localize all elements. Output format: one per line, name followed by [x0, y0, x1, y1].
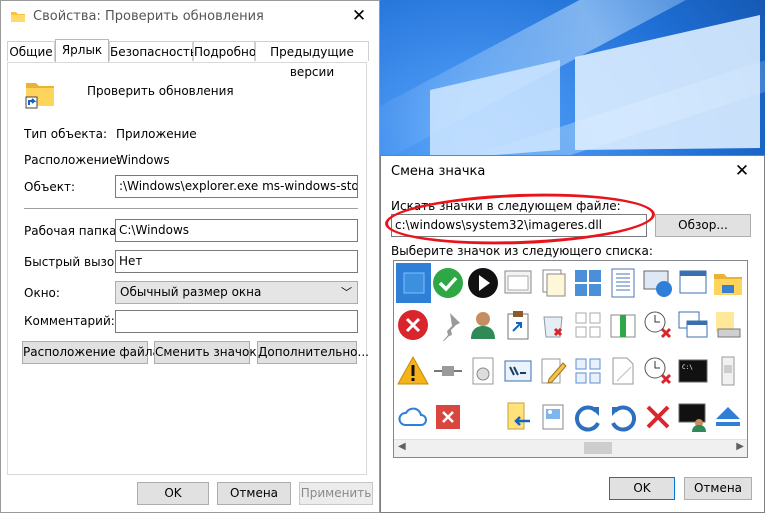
grid-icon[interactable]: [572, 309, 604, 341]
scroll-left-icon[interactable]: ◀: [398, 441, 406, 452]
grid-small-icon[interactable]: [572, 355, 604, 387]
clock-error-icon[interactable]: [642, 309, 674, 341]
hotkey-label: Быстрый вызов:: [24, 255, 126, 269]
workdir-label: Рабочая папка:: [24, 224, 121, 238]
image-doc-icon[interactable]: [537, 401, 569, 433]
document-columns-icon[interactable]: [607, 267, 639, 299]
shortcut-icon: [24, 77, 56, 112]
folder-icon: [10, 9, 26, 26]
window-label: Окно:: [24, 286, 60, 300]
pencil-icon[interactable]: [537, 355, 569, 387]
dialog-cancel-button[interactable]: Отмена: [684, 477, 752, 500]
green-check-icon[interactable]: [432, 267, 464, 299]
change-icon-dialog: Смена значка ✕ Искать значки в следующем…: [380, 155, 765, 513]
chevron-down-icon: ﹀: [341, 286, 352, 299]
properties-window: Свойства: Проверить обновления ✕ Общие Я…: [0, 0, 380, 513]
blank-blue-selected-icon[interactable]: [396, 263, 431, 303]
scroll-thumb[interactable]: [584, 442, 612, 454]
icon-list[interactable]: C:\ ◀ ▶: [393, 260, 748, 458]
tiles-icon[interactable]: [572, 267, 604, 299]
dialog-title: Смена значка: [391, 164, 486, 179]
tab-shortcut[interactable]: Ярлык: [55, 39, 109, 62]
shortcut-name: Проверить обновления: [87, 84, 234, 98]
console-user-icon[interactable]: [677, 401, 709, 433]
documents-icon[interactable]: [537, 267, 569, 299]
folder-icon[interactable]: [712, 267, 744, 299]
cancel-button[interactable]: Отмена: [217, 482, 291, 505]
run-window-icon[interactable]: [502, 355, 534, 387]
target-label: Объект:: [24, 180, 75, 194]
window-frame-icon[interactable]: [502, 267, 534, 299]
tab-security[interactable]: Безопасность: [109, 41, 197, 61]
windows-stack-icon[interactable]: [677, 309, 709, 341]
red-x-square-icon[interactable]: [432, 401, 464, 433]
clock-x-icon[interactable]: [642, 355, 674, 387]
red-x-circle-icon[interactable]: [397, 309, 429, 341]
user-icon[interactable]: [467, 309, 499, 341]
type-label: Тип объекта:: [24, 127, 108, 141]
close-icon[interactable]: ✕: [730, 160, 754, 182]
redo-icon[interactable]: [572, 401, 604, 433]
cloud-icon[interactable]: [397, 401, 429, 433]
advanced-button[interactable]: Дополнительно...: [257, 341, 369, 364]
open-location-button[interactable]: Расположение файла: [22, 341, 160, 364]
window-select[interactable]: Обычный размер окна ﹀: [115, 281, 358, 304]
type-value: Приложение: [116, 127, 197, 141]
console-icon[interactable]: C:\: [677, 355, 709, 387]
comment-label: Комментарий:: [24, 314, 115, 328]
properties-titlebar[interactable]: Свойства: Проверить обновления ✕: [1, 1, 379, 32]
shortcut-panel: Проверить обновления Тип объекта: Прилож…: [7, 62, 369, 475]
pin-icon[interactable]: [432, 309, 464, 341]
blank-page-icon[interactable]: [607, 355, 639, 387]
icon-list-label: Выберите значок из следующего списка:: [391, 244, 653, 258]
hotkey-field[interactable]: Нет: [115, 250, 358, 273]
window-select-value: Обычный размер окна: [120, 285, 262, 299]
target-field[interactable]: :\Windows\explorer.exe ms-windows-store:…: [115, 175, 358, 198]
svg-text:C:\: C:\: [682, 364, 693, 371]
dialog-titlebar[interactable]: Смена значка ✕: [381, 156, 764, 187]
green-bar-icon[interactable]: [607, 309, 639, 341]
window-icon[interactable]: [677, 267, 709, 299]
connector-icon[interactable]: [432, 355, 464, 387]
comment-field[interactable]: [115, 310, 358, 333]
close-icon[interactable]: ✕: [347, 5, 371, 27]
dialog-ok-button[interactable]: OK: [609, 477, 675, 500]
change-icon-button[interactable]: Сменить значок...: [154, 341, 268, 364]
location-label: Расположение:: [24, 153, 121, 167]
scroll-right-icon[interactable]: ▶: [736, 441, 744, 452]
workdir-field[interactable]: C:\Windows: [115, 219, 358, 242]
clipboard-arrow-icon[interactable]: [502, 309, 534, 341]
undo-icon[interactable]: [607, 401, 639, 433]
globe-monitor-icon[interactable]: [642, 267, 674, 299]
folder-drive-icon[interactable]: [712, 309, 744, 341]
recycle-bin-icon[interactable]: [537, 309, 569, 341]
separator: [24, 208, 358, 209]
location-value: Windows: [116, 153, 170, 167]
apply-button[interactable]: Применить: [299, 482, 373, 505]
tab-previous-versions[interactable]: Предыдущие версии: [255, 41, 369, 79]
scrollbar-icon[interactable]: [712, 355, 744, 387]
tab-general[interactable]: Общие: [7, 41, 55, 61]
horizontal-scrollbar[interactable]: ◀ ▶: [394, 439, 747, 457]
warning-icon[interactable]: [397, 355, 429, 387]
browse-button[interactable]: Обзор...: [655, 214, 751, 237]
ok-button[interactable]: OK: [137, 482, 209, 505]
red-x-icon[interactable]: [642, 401, 674, 433]
play-icon[interactable]: [467, 267, 499, 299]
window-title: Свойства: Проверить обновления: [33, 9, 264, 24]
tab-details[interactable]: Подробно: [193, 41, 256, 61]
empty-icon[interactable]: [467, 401, 499, 433]
eject-icon[interactable]: [712, 401, 744, 433]
folder-arrow-icon[interactable]: [502, 401, 534, 433]
disc-page-icon[interactable]: [467, 355, 499, 387]
